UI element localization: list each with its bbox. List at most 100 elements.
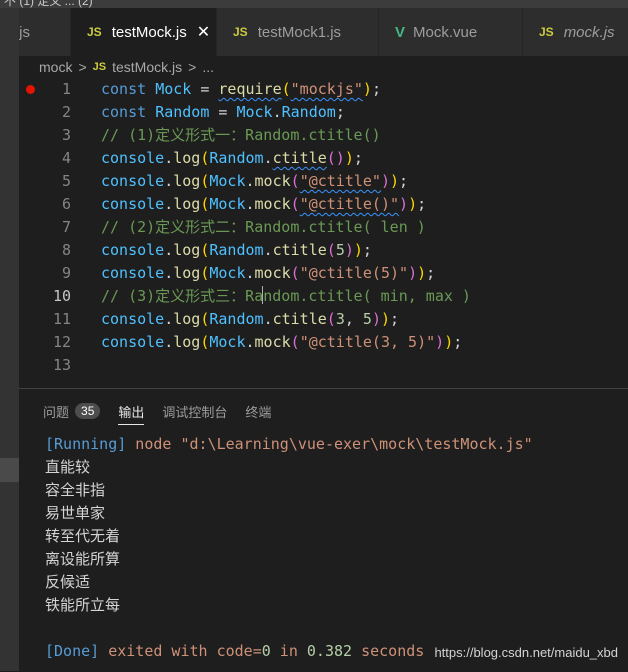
code-token: Mock <box>209 264 246 282</box>
output-blank-line <box>45 617 625 640</box>
line-number: 6 <box>61 195 71 213</box>
output-running-line: [Running] node "d:\Learning\vue-exer\moc… <box>45 433 625 456</box>
tab-label: testMock1.js <box>257 23 342 41</box>
chevron-right-icon: > <box>188 59 197 75</box>
output-result-line: 反候适 <box>45 573 91 591</box>
tab-debug-console[interactable]: 调试控制台 <box>162 389 227 433</box>
code-token: Random <box>155 103 210 121</box>
tab-terminal-label: 终端 <box>245 404 272 420</box>
code-token: log <box>173 172 201 190</box>
code-line[interactable]: 6 console.log(Mock.mock("@ctitle()")); <box>19 193 628 216</box>
line-number: 11 <box>52 310 71 328</box>
code-token: ; <box>426 264 436 282</box>
code-token: Random <box>209 241 264 259</box>
code-line[interactable]: 13 <box>19 354 628 377</box>
code-token: log <box>173 264 201 282</box>
problems-count-badge: 35 <box>75 403 101 419</box>
code-token: console <box>101 264 165 282</box>
code-token: Mock <box>155 80 192 98</box>
code-text: console.log(Mock.mock("@ctitle()")); <box>101 193 426 216</box>
close-icon[interactable]: ✕ <box>197 22 210 42</box>
code-line[interactable]: 10 // (3)定义形式三：Random.ctitle( min, max ) <box>19 285 628 308</box>
code-token: Mock <box>236 103 273 121</box>
code-token: ) <box>353 241 363 259</box>
vue-file-icon: V <box>395 23 406 41</box>
code-token: log <box>173 149 201 167</box>
code-token: mock <box>254 264 291 282</box>
code-line[interactable]: 11 console.log(Random.ctitle(3, 5)); <box>19 308 628 331</box>
breadcrumb-symbol[interactable]: ... <box>202 59 214 75</box>
code-token: ; <box>390 310 400 328</box>
tab-mock-js[interactable]: JS mock.js <box>523 8 628 56</box>
code-token: console <box>101 195 165 213</box>
code-line[interactable]: 12 console.log(Mock.mock("@ctitle(3, 5)")… <box>19 331 628 354</box>
code-text: console.log(Mock.mock("@ctitle(5)")); <box>101 262 435 285</box>
code-token: ( <box>326 310 336 328</box>
js-file-icon: JS <box>539 25 554 39</box>
panel-tabs: 问题 35 输出 调试控制台 终端 <box>19 389 289 433</box>
code-token: mock <box>254 195 291 213</box>
running-tag: [Running] <box>45 435 127 453</box>
code-token: ndom.ctitle( min, max ) <box>263 287 471 305</box>
tab-partial-js[interactable]: .js <box>19 8 71 56</box>
code-token: Mock <box>209 333 246 351</box>
tab-output[interactable]: 输出 <box>118 389 145 433</box>
activity-bar-highlight[interactable] <box>0 458 19 482</box>
tab-debug-console-label: 调试控制台 <box>162 404 228 420</box>
tab-testmock1-js[interactable]: JS testMock1.js <box>217 8 379 56</box>
done-tag: [Done] <box>45 642 100 660</box>
line-number: 9 <box>61 264 71 282</box>
code-line[interactable]: 2 const Random = Mock.Random; <box>19 101 628 124</box>
tab-terminal[interactable]: 终端 <box>245 389 271 433</box>
output-result-line: 容全非指 <box>45 481 106 499</box>
code-token: , <box>344 310 363 328</box>
code-text: console.log(Mock.mock("@ctitle(3, 5)")); <box>101 331 462 354</box>
output-result-line: 铁能所立每 <box>45 596 121 614</box>
code-token: . <box>164 195 174 213</box>
breadcrumb-folder[interactable]: mock <box>39 59 72 75</box>
code-token: console <box>101 172 165 190</box>
code-token: ) <box>408 195 418 213</box>
code-token: ) <box>444 333 454 351</box>
code-token: "@ctitle" <box>299 172 381 190</box>
code-token: . <box>164 172 174 190</box>
code-token: ctitle <box>272 310 327 328</box>
code-token: ; <box>353 149 363 167</box>
code-token: ) <box>408 264 418 282</box>
code-token: require <box>218 80 282 98</box>
code-token: log <box>173 241 201 259</box>
output-view[interactable]: [Running] node "d:\Learning\vue-exer\moc… <box>45 433 625 663</box>
code-token: . <box>245 172 255 190</box>
window-title-strip: 不 (1) 定义 ... (2) <box>0 0 628 8</box>
code-line[interactable]: 9 console.log(Mock.mock("@ctitle(5)")); <box>19 262 628 285</box>
code-token: ) <box>417 264 427 282</box>
code-token: ( <box>326 241 336 259</box>
code-token: log <box>173 333 201 351</box>
code-line[interactable]: 5 console.log(Mock.mock("@ctitle")); <box>19 170 628 193</box>
line-number: 13 <box>52 356 71 374</box>
output-result-line: 易世单家 <box>45 504 106 522</box>
code-token: "@ctitle(3, 5)" <box>299 333 436 351</box>
breadcrumb: mock > JS testMock.js > ... <box>19 56 628 78</box>
code-token: ) <box>344 241 354 259</box>
code-line[interactable]: 7 // (2)定义形式二：Random.ctitle( len ) <box>19 216 628 239</box>
tab-problems[interactable]: 问题 35 <box>43 389 101 433</box>
code-token: ( <box>290 172 300 190</box>
code-line[interactable]: 3 // (1)定义形式一：Random.ctitle() <box>19 124 628 147</box>
breadcrumb-file[interactable]: testMock.js <box>112 59 182 75</box>
tab-testmock-js[interactable]: JS testMock.js ✕ <box>71 8 217 56</box>
code-line[interactable]: 4 console.log(Random.ctitle()); <box>19 147 628 170</box>
code-token: mock <box>254 333 291 351</box>
line-number: 8 <box>61 241 71 259</box>
code-editor[interactable]: 1 const Mock = require("mockjs"); 2 const R… <box>19 78 628 388</box>
exit-code: 0 <box>261 642 271 660</box>
code-token: ctitle <box>272 241 327 259</box>
code-token: ; <box>362 241 372 259</box>
code-text: console.log(Random.ctitle(5)); <box>101 239 372 262</box>
code-token: . <box>245 195 255 213</box>
code-line[interactable]: 8 console.log(Random.ctitle(5)); <box>19 239 628 262</box>
tab-mock-vue[interactable]: V Mock.vue <box>379 8 523 56</box>
code-token: . <box>245 333 255 351</box>
code-token: ) <box>380 172 390 190</box>
code-line[interactable]: 1 const Mock = require("mockjs"); <box>19 78 628 101</box>
